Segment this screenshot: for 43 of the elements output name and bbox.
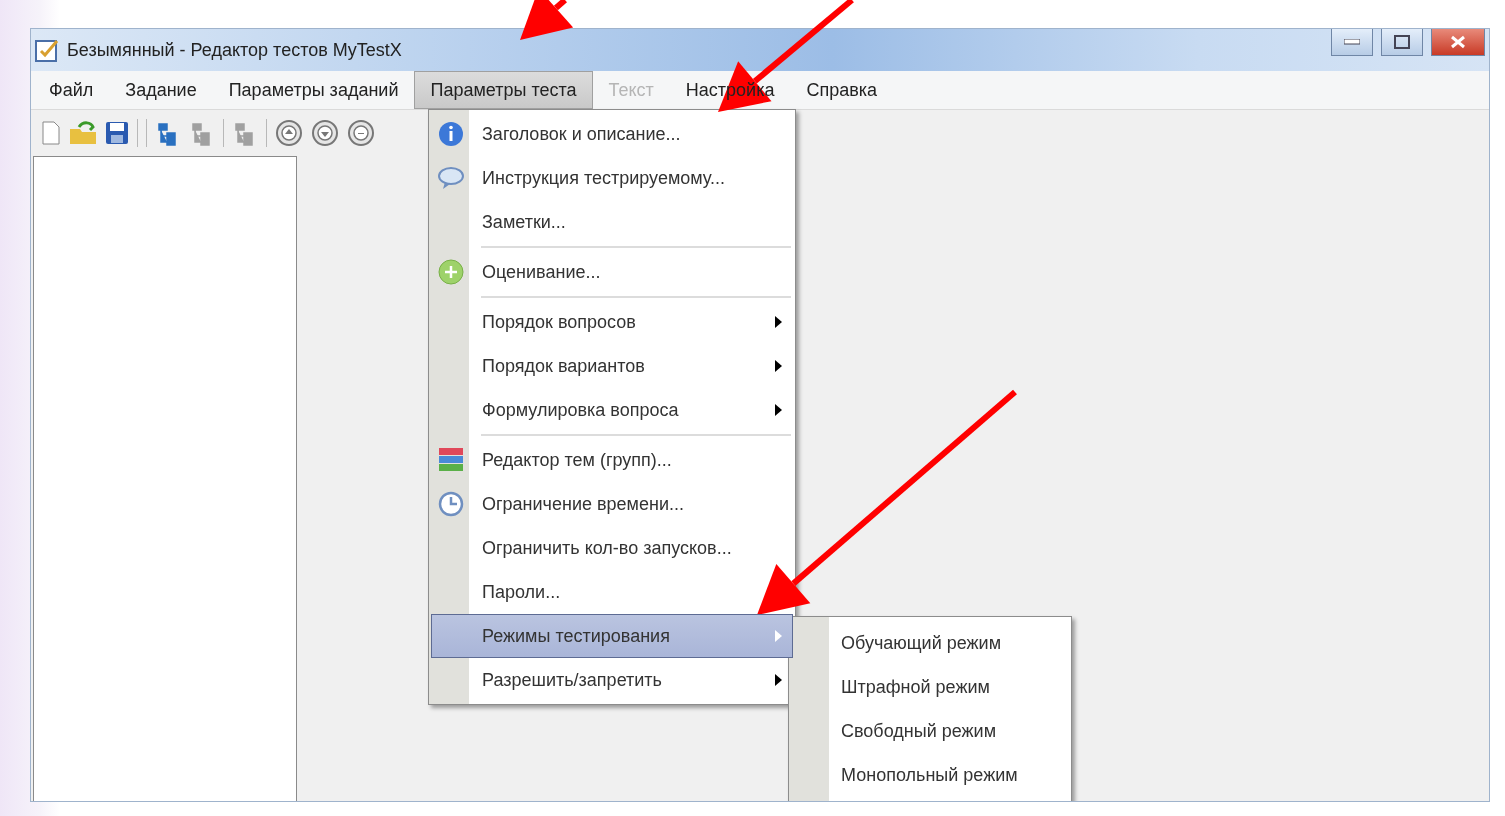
folder-icon[interactable] xyxy=(69,121,97,145)
menu-item[interactable]: Параметры заданий xyxy=(212,71,415,109)
close-icon xyxy=(1450,35,1466,49)
menu-option[interactable]: Ограничение времени... xyxy=(431,482,793,526)
menu-option[interactable]: Формулировка вопроса xyxy=(431,388,793,432)
minimize-button[interactable] xyxy=(1331,29,1373,56)
submenu-caret-icon xyxy=(775,404,782,416)
layers-icon xyxy=(438,447,464,473)
menu-option[interactable]: Инструкция тестрируемому... xyxy=(431,156,793,200)
app-icon xyxy=(35,38,59,62)
menu-item[interactable]: Параметры теста xyxy=(414,71,593,109)
menu-item[interactable]: Файл xyxy=(33,71,110,109)
menu-option[interactable]: Редактор тем (групп)... xyxy=(431,438,793,482)
plus-circle-icon xyxy=(438,259,464,285)
menu-option[interactable]: Порядок вопросов xyxy=(431,300,793,344)
submenu-caret-icon xyxy=(775,316,782,328)
down-circle-icon[interactable] xyxy=(311,119,339,147)
menu-option[interactable]: Оценивание... xyxy=(431,250,793,294)
menu-option[interactable]: Пароли... xyxy=(431,570,793,614)
menu-item[interactable]: Задание xyxy=(109,71,213,109)
info-icon xyxy=(438,121,464,147)
up-circle-icon[interactable] xyxy=(275,119,303,147)
circle-icon[interactable] xyxy=(347,119,375,147)
save-icon[interactable] xyxy=(105,121,129,145)
maximize-icon xyxy=(1394,35,1410,49)
submenu-caret-icon xyxy=(775,674,782,686)
maximize-button[interactable] xyxy=(1381,29,1423,56)
minimize-icon xyxy=(1344,39,1360,45)
submenu-caret-icon xyxy=(775,360,782,372)
menu-option[interactable]: Порядок вариантов xyxy=(431,344,793,388)
clock-icon xyxy=(438,491,464,517)
menu-item[interactable]: Справка xyxy=(790,71,894,109)
window-title: Безымянный - Редактор тестов MyTestX xyxy=(67,39,403,61)
speech-bubble-icon xyxy=(437,165,465,191)
menu-option[interactable]: Свободный режим xyxy=(789,709,1071,753)
submenu-caret-icon xyxy=(775,630,782,642)
annotation-arrow xyxy=(520,0,574,40)
menu-option[interactable]: Заметки... xyxy=(431,200,793,244)
menu-option[interactable]: Монопольный режим xyxy=(789,753,1071,797)
menu-option[interactable]: Ограничить кол-во запусков... xyxy=(431,526,793,570)
menu-option[interactable]: Заголовок и описание... xyxy=(431,112,793,156)
close-button[interactable] xyxy=(1431,29,1485,56)
menu-option[interactable]: Режимы тестирования xyxy=(431,614,793,658)
